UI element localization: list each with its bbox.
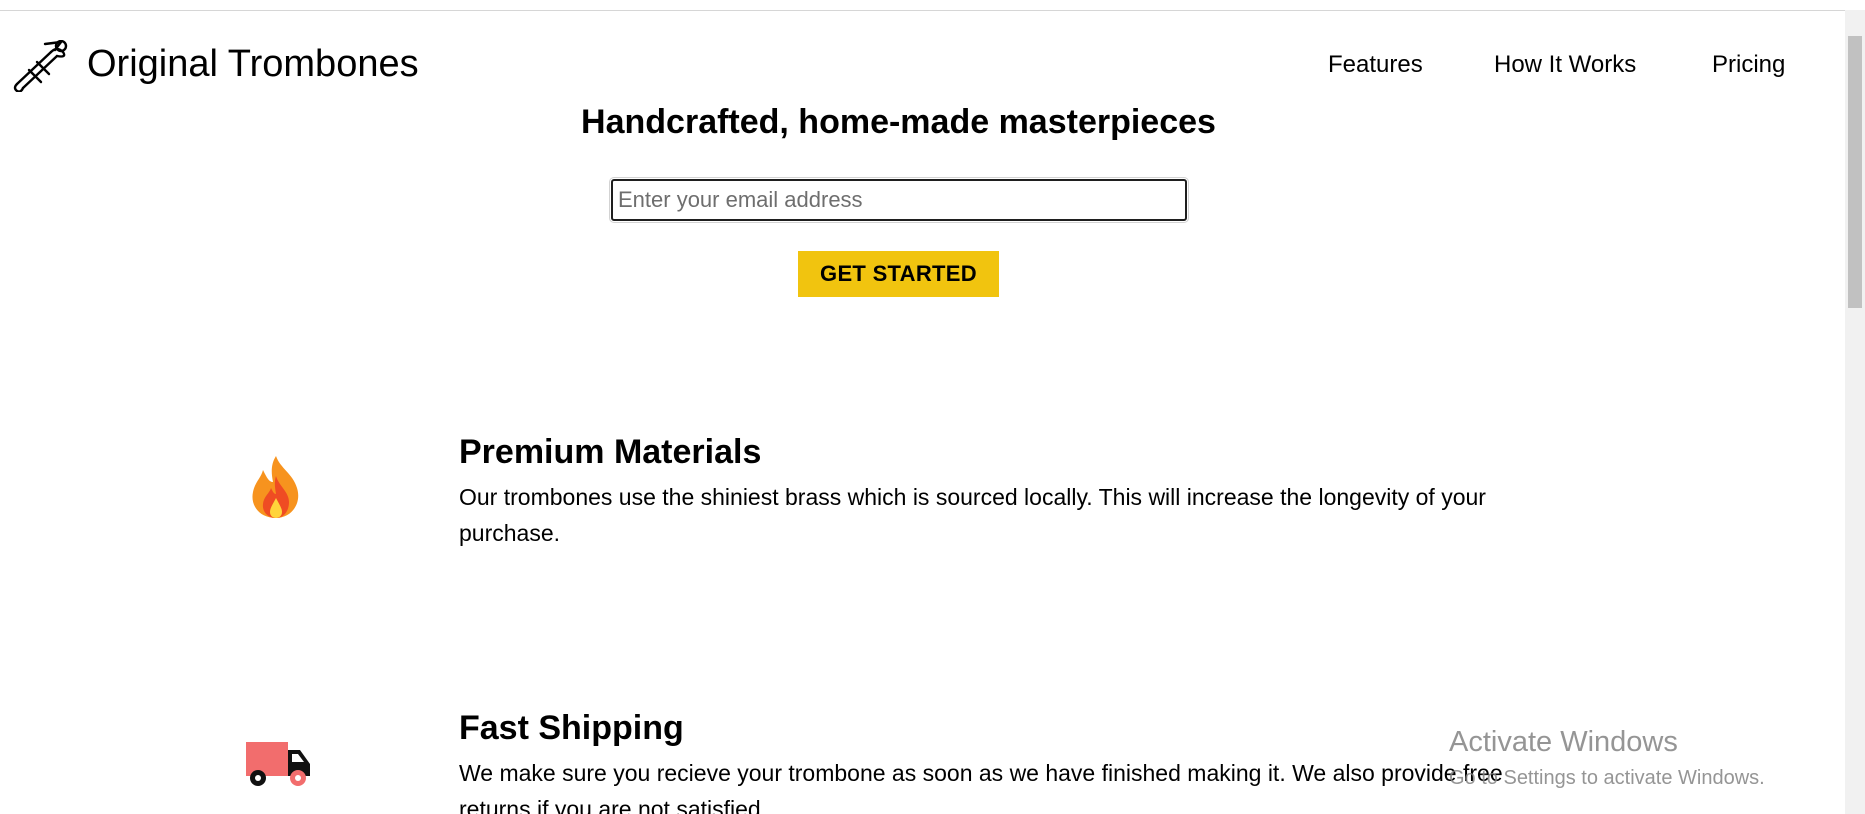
feature-title-premium-materials: Premium Materials [459,433,762,471]
fire-icon [247,454,305,525]
vertical-scrollbar[interactable] [1845,10,1865,814]
page: Original Trombones Features How It Works… [0,0,1865,814]
hero-title: Handcrafted, home-made masterpieces [581,103,1216,141]
activate-windows-subtitle: Go to Settings to activate Windows. [1449,767,1765,789]
scrollbar-thumb[interactable] [1848,36,1862,308]
email-input[interactable] [609,177,1189,223]
site-title: Original Trombones [87,43,419,85]
activate-windows-title: Activate Windows [1449,726,1678,758]
trombone-icon[interactable] [11,39,71,93]
nav-link-how-it-works[interactable]: How It Works [1494,48,1636,82]
truck-icon [246,740,310,793]
feature-description-premium-materials: Our trombones use the shiniest brass whi… [459,484,1486,546]
nav-link-pricing[interactable]: Pricing [1712,48,1785,82]
top-border [0,10,1845,11]
site-header: Original Trombones Features How It Works… [0,34,1845,94]
feature-description-fast-shipping: We make sure you recieve your trombone a… [459,760,1503,814]
nav-link-features[interactable]: Features [1328,48,1423,82]
get-started-button[interactable]: GET STARTED [798,251,999,297]
feature-title-fast-shipping: Fast Shipping [459,709,684,747]
